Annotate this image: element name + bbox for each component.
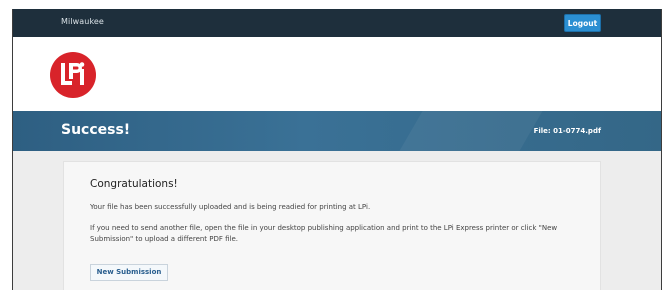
top-bar: Milwaukee Logout [13,9,661,37]
upload-success-message: Your file has been successfully uploaded… [90,203,371,211]
next-steps-message: If you need to send another file, open t… [90,224,558,243]
lpi-logo [49,51,97,99]
file-name-label: File: 01-0774.pdf [533,127,601,135]
confirmation-card: Congratulations! Your file has been succ… [63,161,601,290]
new-submission-button[interactable]: New Submission [90,264,168,281]
banner-decoration [393,111,549,151]
card-heading: Congratulations! [90,178,178,190]
location-label: Milwaukee [61,17,104,26]
app-window: Milwaukee Logout Success! File: 01-0774.… [12,9,662,290]
header [13,37,661,111]
lpi-logo-icon [50,52,96,98]
success-banner: Success! File: 01-0774.pdf [13,111,661,151]
page-title: Success! [61,122,131,138]
logout-button[interactable]: Logout [564,14,601,32]
